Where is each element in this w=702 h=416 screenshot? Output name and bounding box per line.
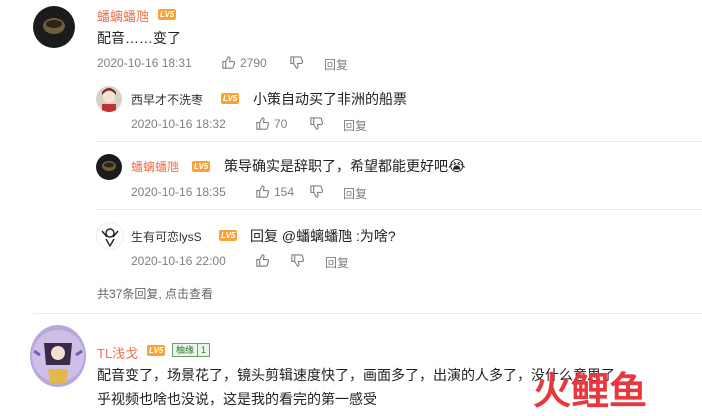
comment-username[interactable]: TL浅戈 bbox=[97, 343, 138, 362]
like-count[interactable]: 70 bbox=[274, 117, 287, 131]
reply-button[interactable]: 回复 bbox=[324, 56, 348, 73]
avatar-icon bbox=[102, 88, 116, 112]
comment-text-line2: 乎视频也啥也没说，这是我的看完的第一感受 bbox=[97, 391, 377, 407]
emoji-cry-icon: 😭 bbox=[448, 158, 466, 175]
avatar[interactable] bbox=[96, 222, 124, 250]
reply-suffix: :为啥? bbox=[352, 228, 396, 244]
avatar-icon bbox=[101, 228, 119, 248]
reply-button[interactable]: 回复 bbox=[343, 185, 367, 202]
reply-divider bbox=[96, 209, 702, 210]
comment-text: 配音……变了 bbox=[97, 30, 181, 46]
avatar[interactable] bbox=[96, 86, 122, 112]
reply-text: 回复 @蟠螭蟠虺 :为啥? bbox=[250, 226, 396, 246]
reply-divider bbox=[96, 141, 702, 142]
like-count[interactable]: 2790 bbox=[240, 56, 267, 70]
reply-button[interactable]: 回复 bbox=[325, 254, 349, 271]
reply-username[interactable]: 蟠螭蟠虺 bbox=[131, 158, 179, 175]
reply-timestamp: 2020-10-16 22:00 bbox=[131, 254, 226, 268]
level-badge: LV5 bbox=[192, 161, 211, 172]
thumb-up-icon[interactable] bbox=[221, 55, 236, 70]
reply-username[interactable]: 西早才不洗枣 bbox=[131, 91, 203, 108]
reply-prefix: 回复 bbox=[250, 228, 282, 244]
comment-divider bbox=[33, 313, 702, 314]
level-badge: LV5 bbox=[158, 9, 177, 20]
avatar-icon bbox=[32, 330, 84, 383]
level-badge: LV5 bbox=[221, 93, 240, 104]
like-count[interactable]: 154 bbox=[274, 185, 294, 199]
reply-text-content: 策导确实是辞职了，希望都能更好吧 bbox=[224, 158, 448, 174]
avatar[interactable] bbox=[30, 325, 86, 387]
fan-badge: 柚缘 1 bbox=[172, 343, 211, 357]
reply-text: 策导确实是辞职了，希望都能更好吧😭 bbox=[224, 156, 466, 176]
thumb-down-icon[interactable] bbox=[309, 116, 324, 131]
avatar[interactable] bbox=[33, 6, 75, 48]
reply-text: 小策自动买了非洲的船票 bbox=[253, 91, 407, 107]
more-replies-link[interactable]: 共37条回复, 点击查看 bbox=[97, 285, 213, 302]
reply-timestamp: 2020-10-16 18:32 bbox=[131, 117, 226, 131]
thumb-down-icon[interactable] bbox=[289, 55, 304, 70]
reply-timestamp: 2020-10-16 18:35 bbox=[131, 185, 226, 199]
comment-username[interactable]: 蟠螭蟠虺 bbox=[97, 6, 149, 25]
thumb-up-icon[interactable] bbox=[255, 253, 270, 268]
reply-username[interactable]: 生有可恋lysS bbox=[131, 228, 202, 245]
avatar-icon bbox=[102, 161, 116, 171]
watermark-logo: 火鲤鱼 bbox=[533, 360, 647, 415]
watermark-part1: 火 bbox=[533, 369, 572, 413]
comment-timestamp: 2020-10-16 18:31 bbox=[97, 56, 192, 70]
avatar[interactable] bbox=[96, 154, 122, 180]
thumb-down-icon[interactable] bbox=[290, 253, 305, 268]
thumb-up-icon[interactable] bbox=[255, 184, 270, 199]
level-badge: LV5 bbox=[219, 230, 238, 241]
watermark-part2: 鲤鱼 bbox=[571, 369, 648, 413]
thumb-up-icon[interactable] bbox=[255, 116, 270, 131]
thumb-down-icon[interactable] bbox=[309, 184, 324, 199]
level-badge: LV5 bbox=[147, 345, 166, 356]
avatar-icon bbox=[43, 18, 65, 34]
reply-button[interactable]: 回复 bbox=[343, 117, 367, 134]
fan-badge-level: 1 bbox=[197, 344, 209, 356]
mention-link[interactable]: @蟠螭蟠虺 bbox=[282, 228, 352, 244]
fan-badge-label: 柚缘 bbox=[176, 345, 195, 355]
